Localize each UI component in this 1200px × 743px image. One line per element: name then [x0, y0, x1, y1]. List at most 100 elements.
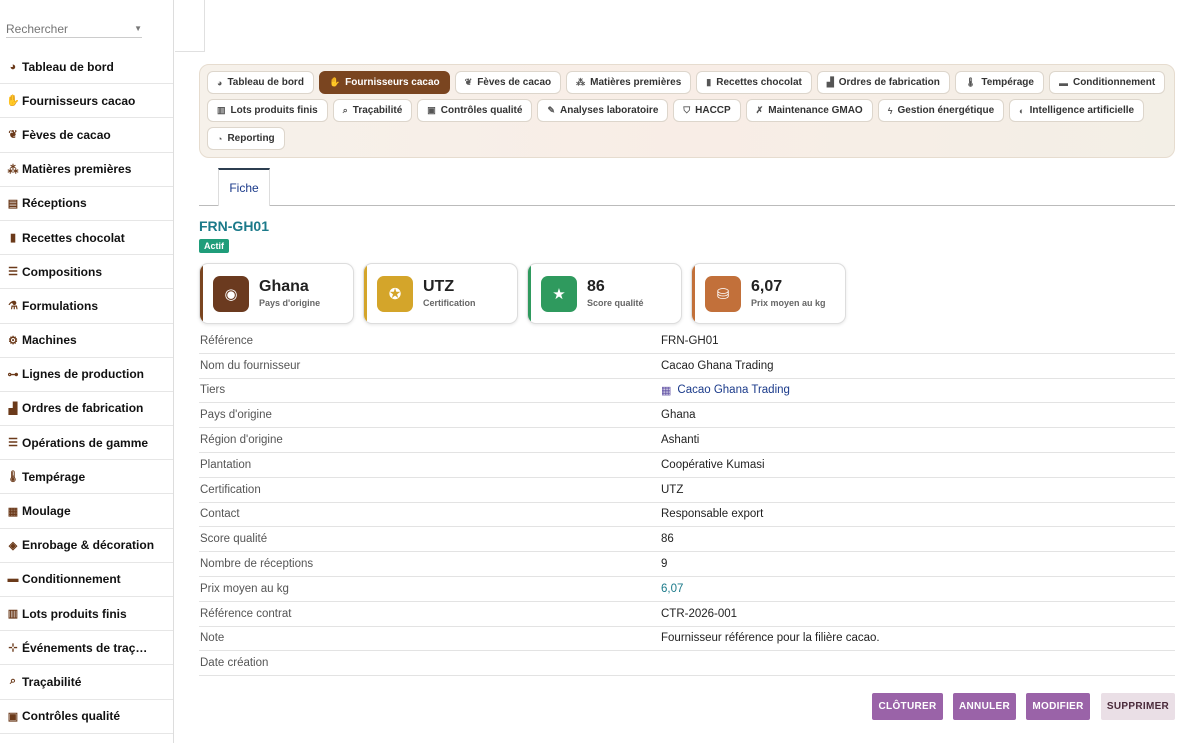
- nav-button-tra-abilit-[interactable]: ⌕ Traçabilité: [332, 99, 413, 122]
- sidebar-item-label: Contrôles qualité: [22, 709, 121, 724]
- gauge-icon: ◕: [9, 60, 17, 73]
- nav-button-f-ves-de-cacao[interactable]: ❦ Fèves de cacao: [454, 71, 562, 94]
- top-panel: [175, 0, 205, 52]
- sidebar-item-machines[interactable]: ⚙ Machines: [0, 324, 173, 358]
- sidebar-item-label: Conditionnement: [22, 572, 121, 587]
- search-input[interactable]: [6, 21, 116, 36]
- cubes-icon: ⁂: [7, 163, 19, 176]
- sidebar-item-label: Tempérage: [22, 469, 86, 484]
- sidebar-item-formulations[interactable]: ⚗ Formulations: [0, 289, 173, 324]
- card-value: Ghana: [259, 278, 309, 295]
- field-value-text: 6,07: [661, 582, 684, 595]
- truck-loading-icon: ▤: [7, 197, 19, 210]
- sidebar-item-label: Événements de traç…: [22, 640, 148, 655]
- field-value: Ashanti: [661, 434, 699, 446]
- diagram-icon: ⊶: [7, 368, 19, 381]
- annuler-button[interactable]: ANNULER: [953, 693, 1016, 720]
- sidebar-item-label: Formulations: [22, 298, 99, 313]
- nav-button-contr-les-qualit-[interactable]: ▣ Contrôles qualité: [417, 99, 533, 122]
- cloturer-button[interactable]: CLÔTURER: [872, 693, 943, 720]
- nav-button-label: Tableau de bord: [227, 77, 304, 88]
- book-icon: ▮: [9, 232, 17, 245]
- search-box[interactable]: ▼: [6, 20, 142, 38]
- field-label: Contact: [200, 508, 240, 521]
- field-value: UTZ: [661, 484, 683, 496]
- sidebar-item-lots-produits-finis[interactable]: ▥ Lots produits finis: [0, 597, 173, 632]
- nav-button-label: Matières premières: [590, 77, 682, 88]
- nav-button-conditionnement[interactable]: ▬ Conditionnement: [1048, 71, 1166, 94]
- nav-button-label: Maintenance GMAO: [768, 105, 863, 116]
- sidebar-item-compositions[interactable]: ☰ Compositions: [0, 255, 173, 290]
- card-label: Score qualité: [587, 298, 644, 308]
- nav-button-lots-produits-finis[interactable]: ▥ Lots produits finis: [207, 99, 328, 122]
- field-value[interactable]: ▦ Cacao Ghana Trading: [661, 384, 790, 397]
- search-icon: ⌕: [342, 105, 348, 115]
- sidebar-item-label: Fournisseurs cacao: [22, 93, 136, 108]
- nav-button-haccp[interactable]: ⛉ HACCP: [673, 99, 741, 122]
- search-icon: ⌕: [9, 675, 17, 688]
- table-row: Score qualité 86: [199, 527, 1175, 553]
- grid-icon: ▦: [7, 505, 19, 518]
- nav-button-label: Fèves de cacao: [477, 77, 552, 88]
- sitemap-icon: ⊹: [8, 642, 18, 655]
- book-icon: ▮: [706, 77, 712, 87]
- sidebar-item--v-nements-de-tra-[interactable]: ⊹ Événements de traç…: [0, 631, 173, 666]
- nav-button-fournisseurs-cacao[interactable]: ✋ Fournisseurs cacao: [318, 71, 450, 94]
- field-value: Fournisseur référence pour la filière ca…: [661, 632, 880, 644]
- sidebar-item-ordres-de-fabrication[interactable]: ▟ Ordres de fabrication: [0, 392, 173, 427]
- field-value-text: 9: [661, 558, 668, 571]
- status-badge: Actif: [199, 239, 229, 253]
- field-value-text: Responsable export: [661, 508, 764, 521]
- sidebar-item-lignes-de-production[interactable]: ⊶ Lignes de production: [0, 358, 173, 392]
- table-row: Référence contrat CTR-2026-001: [199, 602, 1175, 627]
- sidebar-item-moulage[interactable]: ▦ Moulage: [0, 494, 173, 529]
- sidebar-item-tra-abilit-[interactable]: ⌕ Traçabilité: [0, 665, 173, 700]
- clipboard-check-icon: ▣: [7, 710, 19, 723]
- nav-button-reporting[interactable]: ◔ Reporting: [207, 127, 285, 150]
- nav-button-intelligence-artificielle[interactable]: ◐ Intelligence artificielle: [1009, 99, 1145, 122]
- sidebar-item-contr-les-qualit-[interactable]: ▣ Contrôles qualité: [0, 700, 173, 734]
- sidebar-item-enrobage-d-coration[interactable]: ◈ Enrobage & décoration: [0, 529, 173, 563]
- nav-button-gestion-nerg-tique[interactable]: ϟ Gestion énergétique: [877, 99, 1005, 122]
- sidebar-menu: ◕ Tableau de bord ✋ Fournisseurs cacao ❦ Fève…: [0, 50, 173, 734]
- field-label: Prix moyen au kg: [200, 582, 289, 595]
- sidebar-item-tableau-de-bord[interactable]: ◕ Tableau de bord: [0, 50, 173, 85]
- detail-table: Référence FRN-GH01 Nom du fournisseur Cacao…: [199, 329, 1175, 677]
- modifier-button[interactable]: MODIFIER: [1026, 693, 1090, 720]
- kpi-card: ✪ UTZ Certification: [363, 263, 518, 324]
- nav-button-tableau-de-bord[interactable]: ◕ Tableau de bord: [207, 71, 314, 94]
- table-row: Nombre de réceptions 9: [199, 552, 1175, 577]
- list-icon: ☰: [8, 266, 18, 279]
- field-label: Note: [200, 632, 225, 645]
- card-value: 86: [587, 278, 605, 295]
- table-row: Nom du fournisseur Cacao Ghana Trading: [199, 354, 1175, 379]
- field-value-text[interactable]: Cacao Ghana Trading: [677, 384, 790, 396]
- nav-button-temp-rage[interactable]: 🌡 Tempérage: [954, 71, 1044, 94]
- seedling-icon: ❦: [464, 77, 473, 87]
- card-value: UTZ: [423, 278, 455, 295]
- sidebar-item-conditionnement[interactable]: ▬ Conditionnement: [0, 563, 173, 597]
- sidebar-item-temp-rage[interactable]: 🌡 Tempérage: [0, 460, 173, 495]
- field-label: Date création: [200, 657, 269, 670]
- sidebar-item-fournisseurs-cacao[interactable]: ✋ Fournisseurs cacao: [0, 84, 173, 119]
- sidebar-item-op-rations-de-gamme[interactable]: ☰ Opérations de gamme: [0, 426, 173, 461]
- chevron-down-icon[interactable]: ▼: [134, 24, 142, 33]
- sidebar-item-recettes-chocolat[interactable]: ▮ Recettes chocolat: [0, 221, 173, 256]
- nav-button-recettes-chocolat[interactable]: ▮ Recettes chocolat: [696, 71, 812, 94]
- sidebar-item-label: Lignes de production: [22, 367, 144, 382]
- sidebar-item-mati-res-premi-res[interactable]: ⁂ Matières premières: [0, 153, 173, 187]
- nav-button-ordres-de-fabrication[interactable]: ▟ Ordres de fabrication: [816, 71, 950, 94]
- nav-button-mati-res-premi-res[interactable]: ⁂ Matières premières: [566, 71, 692, 94]
- nav-button-maintenance-gmao[interactable]: ✗ Maintenance GMAO: [745, 99, 873, 122]
- field-label: Région d'origine: [200, 434, 283, 447]
- sidebar-item-f-ves-de-cacao[interactable]: ❦ Fèves de cacao: [0, 118, 173, 153]
- thermometer-icon: 🌡: [964, 77, 977, 87]
- field-value: 6,07: [661, 583, 683, 595]
- tab-fiche[interactable]: Fiche: [218, 168, 270, 206]
- supprimer-button[interactable]: SUPPRIMER: [1101, 693, 1175, 720]
- kpi-card: ★ 86 Score qualité: [527, 263, 682, 324]
- field-value: 9: [661, 558, 667, 570]
- nav-button-analyses-laboratoire[interactable]: ✎ Analyses laboratoire: [537, 99, 669, 122]
- nav-button-label: Fournisseurs cacao: [345, 77, 440, 88]
- sidebar-item-r-ceptions[interactable]: ▤ Réceptions: [0, 187, 173, 221]
